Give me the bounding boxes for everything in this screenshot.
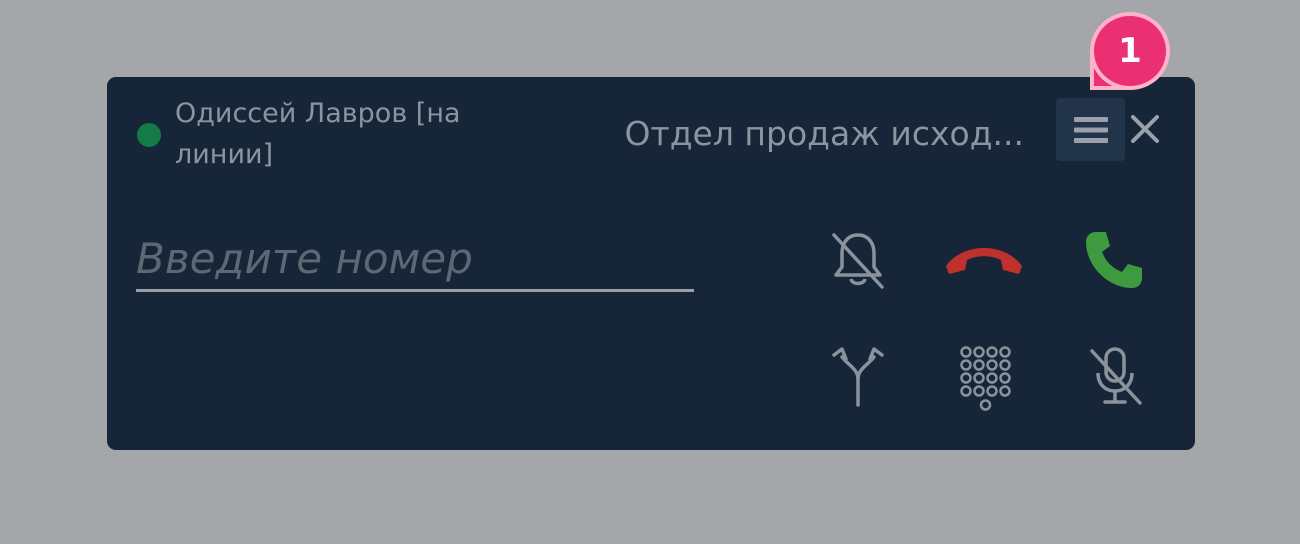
close-icon: [1131, 115, 1159, 143]
close-button[interactable]: [1127, 111, 1163, 147]
mic-off-icon: [1090, 347, 1142, 405]
mute-microphone-button[interactable]: [1079, 343, 1151, 409]
phone-number-input[interactable]: [136, 228, 694, 292]
call-button[interactable]: [1077, 223, 1151, 297]
softphone-widget: Одиссей Лавров [на линии] Отдел продаж и…: [107, 77, 1195, 450]
step-badge: 1: [1090, 12, 1170, 90]
queue-label[interactable]: Отдел продаж исход...: [612, 113, 1024, 155]
operator-name: Одиссей Лавров [на линии]: [175, 98, 461, 170]
transfer-call-button[interactable]: [822, 343, 894, 409]
step-number: 1: [1118, 31, 1142, 71]
dialpad-icon: [960, 346, 1011, 411]
dialpad-button[interactable]: [950, 343, 1022, 415]
menu-button[interactable]: [1056, 98, 1125, 161]
online-status-indicator: [137, 123, 161, 147]
menu-icon: [1073, 116, 1108, 143]
transfer-split-icon: [832, 347, 884, 407]
bell-off-icon: [832, 233, 884, 289]
phone-hangup-icon: [946, 248, 1022, 274]
phone-call-icon: [1086, 232, 1142, 288]
mute-notifications-button[interactable]: [822, 225, 894, 295]
hangup-button[interactable]: [942, 227, 1026, 293]
